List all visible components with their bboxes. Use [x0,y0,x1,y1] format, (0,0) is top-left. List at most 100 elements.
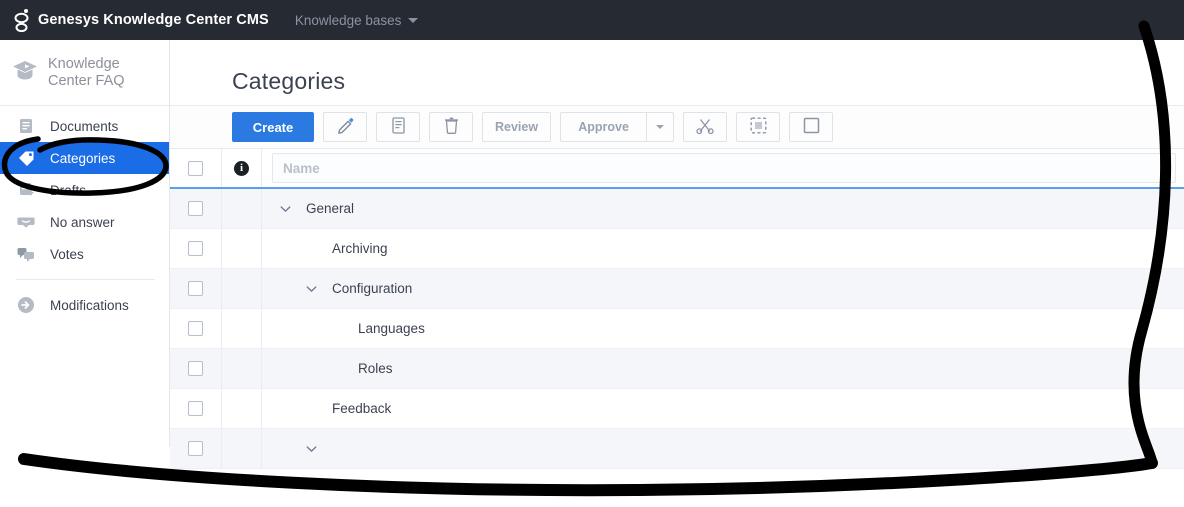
document-copy-icon [391,117,406,137]
row-name-label: Feedback [332,401,392,416]
sidebar-item-votes[interactable]: Votes [0,238,169,270]
table-row[interactable]: Languages [170,309,1184,349]
row-checkbox[interactable] [188,361,203,376]
kb-name-line2: Center FAQ [48,72,125,89]
sidebar-nav: Documents Categories Drafts No answer Vo… [0,106,169,321]
table-row[interactable]: Configuration [170,269,1184,309]
toolbar: Create Review Approve [170,105,1184,149]
row-name-label: Archiving [332,241,388,256]
sidebar-item-label: Votes [50,246,84,262]
row-name-label: Configuration [332,281,413,296]
select-all-cell [170,149,222,187]
table-row[interactable]: Feedback [170,389,1184,429]
knowledge-bases-menu[interactable]: Knowledge bases [295,13,419,28]
knowledge-base-name: Knowledge Center FAQ [48,56,125,90]
pencil-icon [337,117,354,137]
paste-button[interactable] [736,112,781,142]
knowledge-bases-menu-label: Knowledge bases [294,12,402,28]
document-icon [16,118,36,134]
sidebar-item-label: Drafts [50,182,87,198]
duplicate-button[interactable] [376,112,420,142]
row-select-cell [170,229,222,268]
sidebar-item-label: No answer [50,214,115,230]
kb-name-line1: Knowledge [48,55,120,72]
row-name-cell: Feedback [262,389,1184,428]
cut-button[interactable] [683,112,728,142]
row-select-cell [170,189,222,228]
row-checkbox[interactable] [188,441,203,456]
row-select-cell [170,269,222,308]
table-body: General Archiving Configuration Languages Ro… [170,189,1184,469]
sidebar-item-no-answer[interactable]: No answer [0,206,169,238]
row-info-cell [222,309,262,348]
arrow-circle-icon [16,296,36,314]
chevron-down-icon [656,125,665,129]
graduation-cap-icon [12,59,38,86]
app-title: Genesys Knowledge Center CMS [38,12,269,28]
chevron-down-icon [408,17,419,23]
copy-square-icon [803,117,820,137]
row-name-label: General [306,201,355,216]
categories-table: i General Archiving Configuration Languages… [170,149,1184,469]
name-filter-input[interactable] [272,153,1176,183]
table-row[interactable] [170,429,1184,469]
row-name-cell: General [262,189,1184,228]
row-select-cell [170,389,222,428]
scissors-icon [696,117,714,137]
row-name-cell: Configuration [262,269,1184,308]
paste-dashed-square-icon [750,117,767,137]
approve-dropdown-button[interactable] [646,112,675,142]
row-checkbox[interactable] [188,281,203,296]
top-bar: Genesys Knowledge Center CMS Knowledge b… [0,0,1184,40]
row-info-cell [222,349,262,388]
row-name-label: Languages [358,321,425,336]
speech-bubble-icon [16,215,36,229]
chevron-down-icon[interactable] [302,285,320,293]
sidebar-item-label: Modifications [50,297,129,313]
tag-icon [16,150,36,166]
row-info-cell [222,269,262,308]
select-all-checkbox[interactable] [188,160,203,176]
approve-button[interactable]: Approve [560,112,647,142]
trash-icon [444,117,459,137]
row-select-cell [170,349,222,388]
row-select-cell [170,429,222,468]
edit-button[interactable] [323,112,367,142]
chevron-down-icon[interactable] [276,205,294,213]
info-badge-icon[interactable]: i [234,160,249,176]
sidebar: Knowledge Center FAQ Documents Categorie… [0,40,170,447]
row-checkbox[interactable] [188,401,203,416]
sidebar-item-label: Documents [50,118,119,134]
sidebar-item-categories[interactable]: Categories [0,142,169,174]
create-button[interactable]: Create [232,112,314,142]
row-info-cell [222,429,262,468]
sidebar-item-drafts[interactable]: Drafts [0,174,169,206]
name-filter-cell [262,149,1184,187]
table-row[interactable]: General [170,189,1184,229]
row-checkbox[interactable] [188,201,203,216]
row-info-cell [222,189,262,228]
row-select-cell [170,309,222,348]
sidebar-item-documents[interactable]: Documents [0,110,169,142]
sidebar-item-modifications[interactable]: Modifications [0,289,169,321]
sidebar-divider [16,279,155,280]
sidebar-item-label: Categories [50,150,116,166]
review-button[interactable]: Review [482,112,552,142]
delete-button[interactable] [429,112,473,142]
row-info-cell [222,229,262,268]
row-name-cell: Languages [262,309,1184,348]
row-name-cell: Archiving [262,229,1184,268]
table-row[interactable]: Archiving [170,229,1184,269]
knowledge-base-header: Knowledge Center FAQ [0,40,169,106]
row-checkbox[interactable] [188,321,203,336]
row-name-label: Roles [358,361,393,376]
info-column-cell: i [222,149,262,187]
votes-icon [16,247,36,262]
row-name-cell [262,429,1184,468]
copy-button[interactable] [789,112,834,142]
page-title: Categories [232,68,346,94]
chevron-down-icon[interactable] [302,445,320,453]
app-root: Genesys Knowledge Center CMS Knowledge b… [0,0,1184,507]
row-checkbox[interactable] [188,241,203,256]
table-row[interactable]: Roles [170,349,1184,389]
